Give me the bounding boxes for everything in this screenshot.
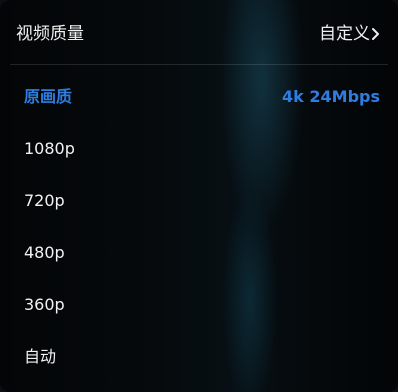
quality-option-480p[interactable]: 480p [0,227,398,279]
quality-option-720p[interactable]: 720p [0,175,398,227]
quality-option-1080p[interactable]: 1080p [0,123,398,175]
quality-option-360p[interactable]: 360p [0,279,398,331]
quality-option-label: 360p [24,295,65,314]
quality-option-label: 480p [24,243,65,262]
quality-option-detail: 4k 24Mbps [282,87,380,106]
header-divider [10,64,388,65]
quality-option-label: 自动 [24,347,57,366]
video-quality-panel: 视频质量 自定义 原画质 4k 24Mbps 1080p 720p 480p 3… [0,0,398,392]
quality-option-list: 原画质 4k 24Mbps 1080p 720p 480p 360p 自动 [0,71,398,383]
quality-option-label: 1080p [24,139,75,158]
chevron-right-icon[interactable] [370,22,382,46]
quality-option-auto[interactable]: 自动 [0,331,398,383]
panel-header: 视频质量 自定义 [0,0,398,64]
custom-setting-button[interactable]: 自定义 [319,22,370,46]
panel-title: 视频质量 [16,24,84,44]
quality-option-label: 原画质 [24,87,73,106]
quality-option-original[interactable]: 原画质 4k 24Mbps [0,71,398,123]
quality-option-label: 720p [24,191,65,210]
